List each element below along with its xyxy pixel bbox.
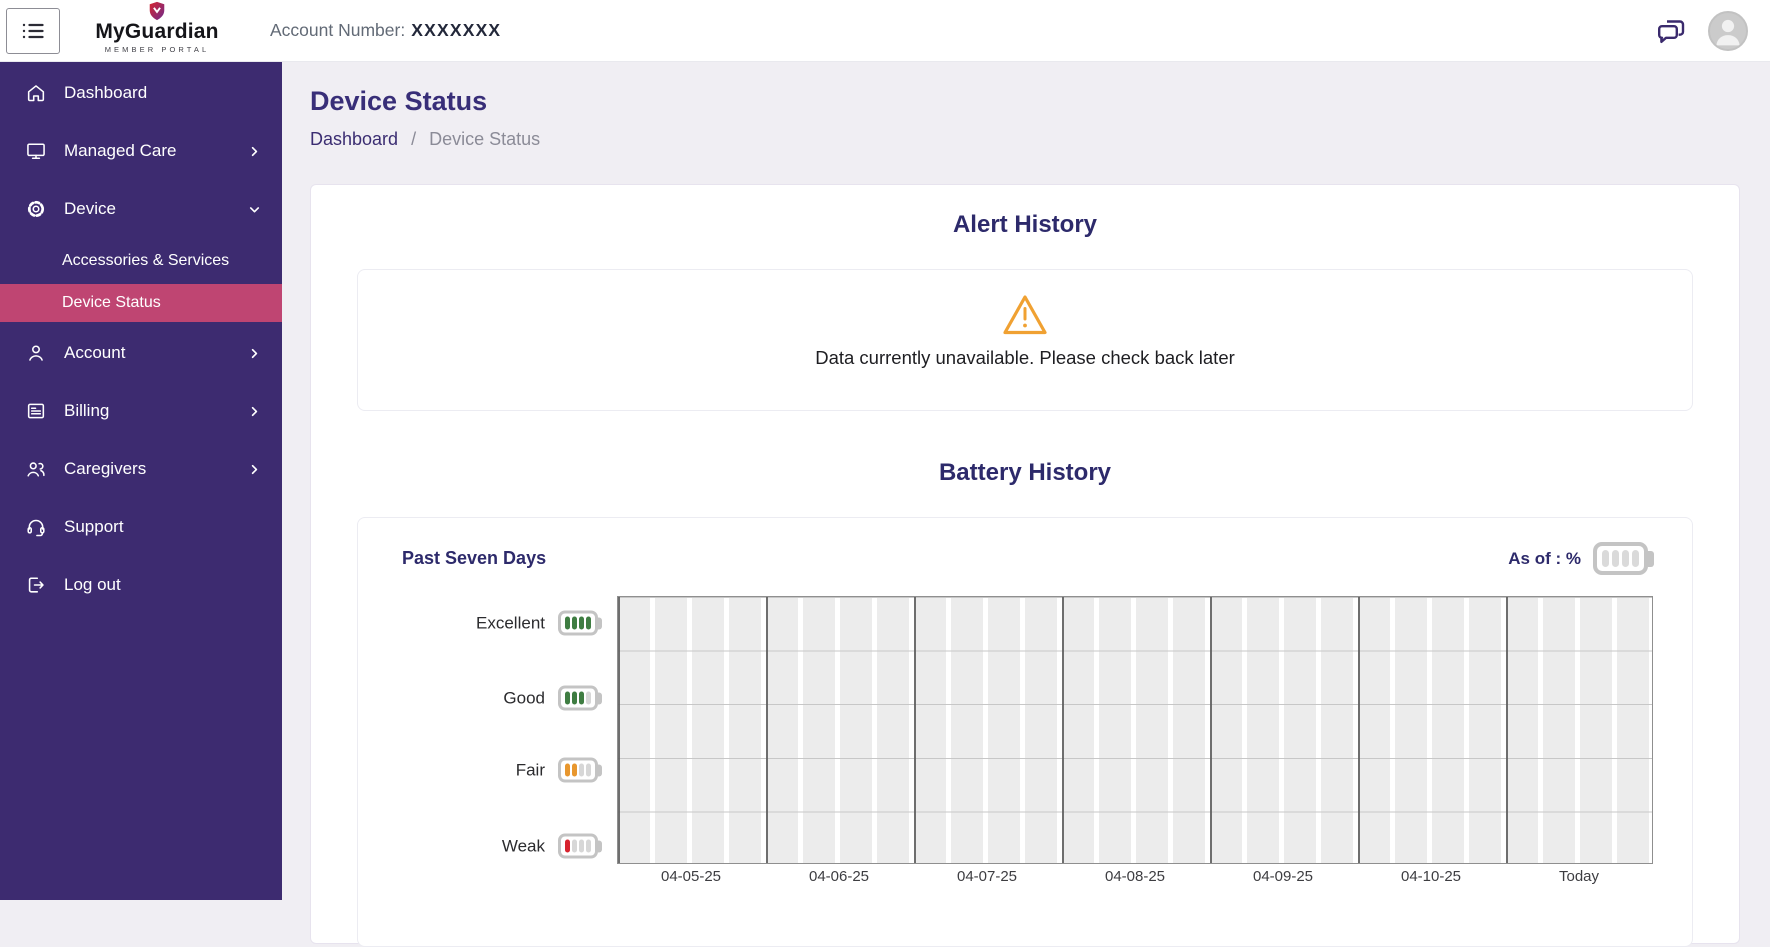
brand-logo[interactable]: MyGuardian MEMBER PORTAL [88,0,226,62]
sidebar-item-account[interactable]: Account [0,330,282,376]
x-axis-label: Today [1558,868,1600,885]
shield-logo-icon [149,1,166,21]
sidebar-item-device[interactable]: Device [0,186,282,232]
device-status-card: Alert History Data currently unavailable… [310,184,1740,947]
person-silhouette-icon [1716,19,1740,45]
battery-icon [1593,542,1648,575]
topbar: MyGuardian MEMBER PORTAL Account Number:… [0,0,1770,62]
monitor-icon [25,140,47,162]
sidebar-item-label: Billing [64,401,110,420]
as-of-legend: As of : % [1508,542,1648,575]
sidebar-item-managed-care[interactable]: Managed Care [0,128,282,174]
billing-icon [25,400,47,422]
chevron-right-icon [247,404,262,419]
gear-icon [25,198,47,220]
sidebar-item-accessories-services[interactable]: Accessories & Services [0,244,282,278]
main-content: Device Status Dashboard / Device Status … [282,62,1770,947]
user-avatar[interactable] [1708,10,1748,51]
level-row-good: Good [402,685,598,711]
sidebar-item-label: Device Status [62,294,161,311]
x-axis-label: 04-10-25 [1400,868,1462,885]
chevron-right-icon [247,346,262,361]
home-icon [25,82,47,104]
as-of-label: As of : % [1508,548,1581,568]
sidebar-nav: Dashboard Managed Care Device Accessorie… [0,62,282,900]
page-title: Device Status [310,86,488,116]
level-label: Good [503,688,545,707]
battery-history-chart: Excellent Good Fair Weak 04-05-25 04-06-… [402,587,1653,927]
chevron-right-icon [247,144,262,159]
sidebar-item-label: Account [64,343,126,362]
sidebar-item-label: Caregivers [64,459,147,478]
battery-good-icon [558,685,598,711]
brand-name: MyGuardian [95,19,219,43]
battery-history-panel: Past Seven Days As of : % Excellent Good [357,517,1693,947]
warning-triangle-icon [1001,292,1049,337]
sidebar-item-support[interactable]: Support [0,504,282,550]
sidebar-item-logout[interactable]: Log out [0,562,282,608]
battery-fair-icon [558,757,598,783]
breadcrumb-current: Device Status [429,129,541,149]
sidebar-item-device-status[interactable]: Device Status [0,284,282,322]
chat-button[interactable] [1655,16,1688,46]
sidebar-item-caregivers[interactable]: Caregivers [0,446,282,492]
past-seven-days-label: Past Seven Days [402,548,547,568]
user-icon [25,342,47,364]
account-number: Account Number: XXXXXXX [270,20,502,40]
sidebar-item-label: Device [64,199,116,218]
sidebar-item-billing[interactable]: Billing [0,388,282,434]
level-row-fair: Fair [402,757,598,783]
battery-excellent-icon [558,610,598,636]
level-label: Excellent [476,613,545,632]
caregivers-icon [25,458,47,480]
brand-tagline: MEMBER PORTAL [104,44,210,54]
breadcrumb: Dashboard / Device Status [310,129,1740,150]
alert-history-empty-state: Data currently unavailable. Please check… [357,269,1693,411]
battery-weak-icon [558,833,598,859]
sidebar-item-label: Dashboard [64,83,148,102]
headset-icon [25,516,47,538]
logout-icon [25,574,47,596]
level-label: Weak [501,836,545,855]
x-axis-label: 04-08-25 [1104,868,1166,885]
account-number-value: XXXXXXX [411,20,502,40]
x-axis-label: 04-07-25 [956,868,1018,885]
sidebar-item-label: Managed Care [64,141,177,160]
x-axis-label: 04-06-25 [808,868,870,885]
x-axis-label: 04-05-25 [660,868,722,885]
menu-list-icon [20,19,46,43]
chevron-right-icon [247,462,262,477]
battery-history-title: Battery History [938,459,1112,486]
alert-history-title: Alert History [952,211,1098,238]
x-axis-label: 04-09-25 [1252,868,1314,885]
level-row-weak: Weak [402,833,598,859]
chevron-down-icon [247,202,262,217]
chart-grid [617,596,1653,864]
breadcrumb-separator: / [411,129,417,149]
sidebar-toggle-button[interactable] [6,7,60,54]
sidebar-item-label: Support [64,517,124,536]
alert-empty-message: Data currently unavailable. Please check… [815,347,1235,368]
level-label: Fair [515,760,545,779]
sidebar-item-label: Log out [64,575,121,594]
level-row-excellent: Excellent [402,610,598,636]
breadcrumb-dashboard-link[interactable]: Dashboard [310,129,398,149]
chat-bubbles-icon [1655,16,1688,46]
sidebar-item-label: Accessories & Services [62,252,230,269]
sidebar-item-dashboard[interactable]: Dashboard [0,70,282,116]
